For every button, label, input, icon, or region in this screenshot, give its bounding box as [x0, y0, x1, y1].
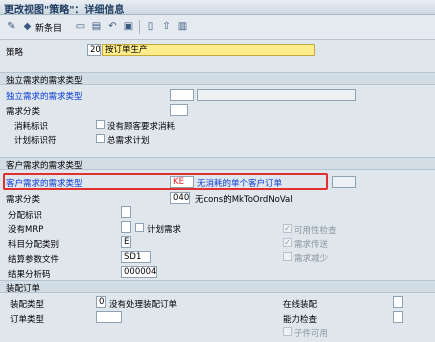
- no-customer-consumption-label: 没有顾客要求消耗: [107, 122, 176, 132]
- online-assembly-label: 在线装配: [283, 300, 318, 310]
- export-icon[interactable]: ⇧: [160, 20, 173, 33]
- gross-requirements-label: 总需求计划: [107, 136, 150, 146]
- assembly-type-label: 装配类型: [10, 300, 45, 310]
- order-type-label: 订单类型: [10, 315, 45, 325]
- result-analysis-field[interactable]: 000004: [121, 266, 157, 278]
- settlement-profile-label: 结算参数文件: [8, 255, 60, 265]
- assembly-type-field[interactable]: 0: [96, 296, 106, 308]
- independent-req-class-label: 需求分类: [6, 107, 41, 117]
- detail-content: 策略 20 按订单生产 独立需求的需求类型 独立需求的需求类型 需求分类 消耗标…: [0, 41, 435, 342]
- no-mrp-label: 没有MRP: [8, 225, 44, 235]
- highlight-box: [3, 173, 328, 190]
- gross-requirements-checkbox[interactable]: [96, 134, 105, 143]
- availability-check-checkbox: ✓: [283, 224, 292, 233]
- settlement-profile-field[interactable]: SD1: [121, 251, 151, 263]
- independent-req-type-field[interactable]: [170, 89, 194, 101]
- strategy-code-field[interactable]: 20: [87, 44, 101, 56]
- title-bar: 更改视图"策略"：详细信息: [0, 0, 435, 16]
- components-available-label: 子件可用: [294, 329, 329, 339]
- result-analysis-label: 结果分析码: [8, 270, 51, 280]
- no-customer-consumption-checkbox[interactable]: [96, 120, 105, 129]
- copy-icon[interactable]: ▭: [74, 20, 87, 33]
- group-title-customer: 客户需求的需求类型: [0, 158, 435, 171]
- pencil-check-icon[interactable]: ✎: [5, 20, 18, 33]
- planned-requirements-checkbox[interactable]: [135, 223, 144, 232]
- availability-check-label: 可用性检查: [294, 226, 337, 236]
- consumption-indicator-label: 消耗标识: [14, 122, 49, 132]
- allocation-indicator-field[interactable]: [121, 206, 131, 218]
- order-type-field[interactable]: [96, 311, 122, 323]
- customer-req-class-field[interactable]: 040: [170, 192, 190, 204]
- delete-row-icon[interactable]: ▥: [176, 20, 189, 33]
- customer-req-class-desc: 无cons的MkToOrdNoVal: [195, 195, 293, 205]
- requirements-transfer-label: 需求传送: [294, 240, 329, 250]
- capacity-check-field[interactable]: [393, 311, 403, 323]
- window-title: 更改视图"策略"：详细信息: [4, 5, 125, 16]
- planning-indicator-label: 计划标识符: [14, 136, 57, 146]
- components-available-checkbox: [283, 327, 292, 336]
- allocation-indicator-label: 分配标识: [8, 211, 43, 221]
- independent-requirements-group: 独立需求的需求类型 独立需求的需求类型 需求分类 消耗标识 没有顾客要求消耗 计…: [0, 72, 435, 150]
- planned-requirements-label: 计划需求: [147, 225, 182, 235]
- new-entry-icon[interactable]: ◆: [21, 20, 34, 33]
- document-icon[interactable]: ▯: [144, 20, 157, 33]
- group-title-independent: 独立需求的需求类型: [0, 73, 435, 86]
- independent-req-type-label: 独立需求的需求类型: [6, 92, 83, 102]
- toolbar-separator: [139, 20, 140, 34]
- account-assignment-field[interactable]: E: [121, 236, 131, 248]
- strategy-description-field[interactable]: 按订单生产: [102, 44, 315, 56]
- customer-req-class-label: 需求分类: [6, 195, 41, 205]
- independent-req-type-desc: [197, 89, 356, 101]
- online-assembly-field[interactable]: [393, 296, 403, 308]
- undo-icon[interactable]: ↶: [106, 20, 119, 33]
- toolbar: ✎ ◆ 新条目 ▭ ▤ ↶ ▣ ▯ ⇧ ▥: [0, 15, 435, 40]
- capacity-check-label: 能力检查: [283, 315, 318, 325]
- customer-req-type-extra: [332, 176, 356, 188]
- account-assignment-label: 科目分配类别: [8, 240, 60, 250]
- group-title-assembly: 装配订单: [0, 281, 435, 294]
- assembly-order-group: 装配订单 装配类型 0 没有处理装配订单 订单类型 在线装配 能力检查 子件可用: [0, 280, 435, 342]
- requirements-reduction-label: 需求减少: [294, 254, 329, 264]
- assembly-type-desc: 没有处理装配订单: [109, 300, 178, 310]
- save-icon[interactable]: ▣: [122, 20, 135, 33]
- no-mrp-field[interactable]: [121, 221, 131, 233]
- requirements-reduction-checkbox: [283, 252, 292, 261]
- customer-requirements-group: 客户需求的需求类型 客户需求的需求类型 KE 无消耗的单个客户订单 需求分类 0…: [0, 157, 435, 342]
- requirements-transfer-checkbox: ✓: [283, 238, 292, 247]
- independent-req-class-field[interactable]: [170, 104, 188, 116]
- delete-icon[interactable]: ▤: [90, 20, 103, 33]
- strategy-label: 策略: [6, 48, 24, 58]
- new-entry-button[interactable]: 新条目: [35, 21, 62, 34]
